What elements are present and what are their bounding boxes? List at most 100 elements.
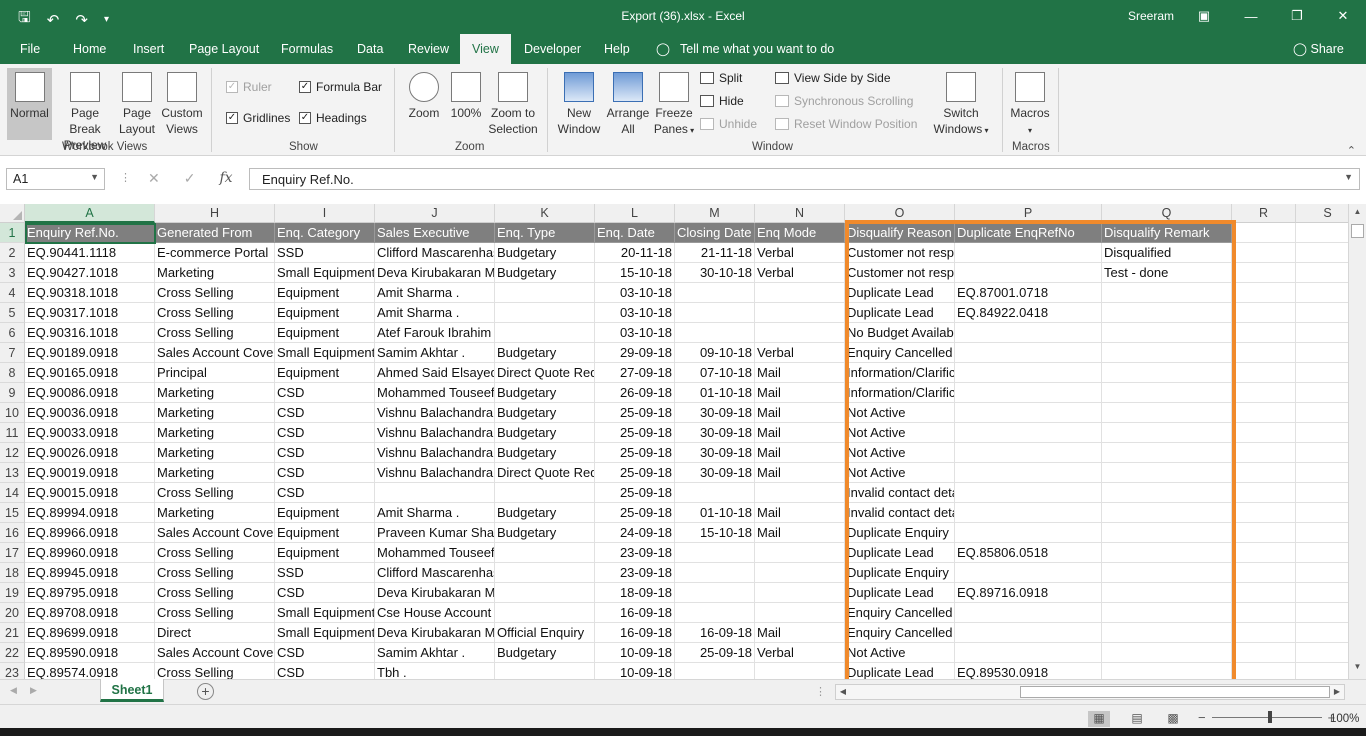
collapse-ribbon-icon[interactable]: ⌃ (1347, 144, 1356, 157)
table-cell[interactable]: Deva Kirubakaran M (375, 623, 495, 643)
table-cell[interactable]: CSD (275, 663, 375, 679)
table-cell[interactable]: 18-09-18 (595, 583, 675, 603)
table-cell[interactable]: Mail (755, 443, 845, 463)
table-cell[interactable] (495, 543, 595, 563)
table-cell[interactable] (1102, 383, 1232, 403)
restore-icon[interactable]: ❐ (1274, 0, 1320, 32)
table-cell[interactable]: Not Active (845, 443, 955, 463)
table-cell[interactable] (1232, 443, 1296, 463)
table-cell[interactable] (1232, 243, 1296, 263)
row-header[interactable]: 7 (0, 343, 25, 363)
table-cell[interactable]: Sales Account Coverage (155, 643, 275, 663)
expand-formula-bar-icon[interactable]: ▼ (1344, 172, 1353, 182)
table-cell[interactable] (1296, 483, 1348, 503)
new-window-button[interactable]: New Window (556, 72, 602, 137)
table-cell[interactable]: 09-10-18 (675, 343, 755, 363)
table-cell[interactable]: Deva Kirubakaran M (375, 263, 495, 283)
table-cell[interactable] (1102, 343, 1232, 363)
table-cell[interactable] (755, 603, 845, 623)
scroll-right-icon[interactable]: ▶ (1330, 685, 1344, 699)
tab-insert[interactable]: Insert (133, 42, 164, 56)
table-cell[interactable] (1296, 383, 1348, 403)
row-header[interactable]: 19 (0, 583, 25, 603)
table-cell[interactable]: CSD (275, 463, 375, 483)
header-cell[interactable]: Disqualify Reason (845, 223, 955, 243)
table-cell[interactable] (1296, 343, 1348, 363)
table-cell[interactable]: 23-09-18 (595, 563, 675, 583)
table-cell[interactable]: Not Active (845, 423, 955, 443)
table-cell[interactable]: CSD (275, 583, 375, 603)
table-cell[interactable]: EQ.90427.1018 (25, 263, 155, 283)
table-cell[interactable] (1102, 423, 1232, 443)
table-cell[interactable]: 30-09-18 (675, 463, 755, 483)
table-cell[interactable] (1296, 403, 1348, 423)
table-cell[interactable]: 29-09-18 (595, 343, 675, 363)
table-cell[interactable]: Budgetary (495, 503, 595, 523)
table-cell[interactable]: Cross Selling (155, 583, 275, 603)
table-cell[interactable]: EQ.89699.0918 (25, 623, 155, 643)
table-cell[interactable]: Tbh . (375, 663, 495, 679)
custom-views-button[interactable]: Custom Views (159, 72, 205, 137)
table-cell[interactable]: Vishnu Balachandran (375, 403, 495, 423)
header-cell[interactable]: Enquiry Ref.No. (25, 223, 155, 243)
table-cell[interactable] (1102, 623, 1232, 643)
row-header[interactable]: 11 (0, 423, 25, 443)
table-cell[interactable]: EQ.89966.0918 (25, 523, 155, 543)
table-cell[interactable] (1296, 463, 1348, 483)
scroll-left-icon[interactable]: ◀ (836, 685, 850, 699)
worksheet-grid[interactable]: A H I J K L M N O P Q R S 1 Enquiry Ref.No. Generated F… (0, 204, 1348, 679)
table-cell[interactable]: Equipment (275, 503, 375, 523)
table-cell[interactable]: EQ.85806.0518 (955, 543, 1102, 563)
gridlines-checkbox[interactable]: ✓ Gridlines (226, 111, 290, 125)
table-cell[interactable]: Budgetary (495, 243, 595, 263)
table-cell[interactable]: Clifford Mascarenhas . (375, 243, 495, 263)
table-cell[interactable] (1102, 603, 1232, 623)
table-cell[interactable]: Cross Selling (155, 283, 275, 303)
header-cell[interactable]: Disqualify Remark (1102, 223, 1232, 243)
table-cell[interactable]: Marketing (155, 443, 275, 463)
table-cell[interactable]: CSD (275, 443, 375, 463)
add-sheet-icon[interactable]: + (197, 683, 214, 700)
table-cell[interactable] (955, 363, 1102, 383)
table-cell[interactable]: Mail (755, 363, 845, 383)
row-header[interactable]: 22 (0, 643, 25, 663)
table-cell[interactable] (955, 563, 1102, 583)
table-cell[interactable] (1296, 543, 1348, 563)
row-header[interactable]: 16 (0, 523, 25, 543)
table-cell[interactable]: Enquiry Cancelled (845, 603, 955, 623)
table-cell[interactable]: 10-09-18 (595, 663, 675, 679)
table-cell[interactable]: Verbal (755, 243, 845, 263)
table-cell[interactable] (1296, 663, 1348, 679)
table-cell[interactable] (1232, 403, 1296, 423)
table-cell[interactable]: CSD (275, 383, 375, 403)
table-cell[interactable] (1296, 243, 1348, 263)
table-cell[interactable]: Cross Selling (155, 563, 275, 583)
table-cell[interactable]: Vishnu Balachandran (375, 463, 495, 483)
resize-handle-icon[interactable]: ⋮ (120, 171, 131, 184)
table-cell[interactable] (955, 643, 1102, 663)
table-cell[interactable]: 25-09-18 (595, 443, 675, 463)
table-cell[interactable]: EQ.89530.0918 (955, 663, 1102, 679)
table-cell[interactable]: Budgetary (495, 423, 595, 443)
row-header[interactable]: 1 (0, 223, 25, 243)
table-cell[interactable]: EQ.89994.0918 (25, 503, 155, 523)
table-cell[interactable]: Cross Selling (155, 483, 275, 503)
table-cell[interactable] (1232, 583, 1296, 603)
table-cell[interactable]: Cross Selling (155, 663, 275, 679)
table-cell[interactable]: Equipment (275, 323, 375, 343)
table-cell[interactable]: Budgetary (495, 523, 595, 543)
table-cell[interactable]: Official Enquiry (495, 623, 595, 643)
column-header-l[interactable]: L (595, 204, 675, 223)
row-header[interactable]: 10 (0, 403, 25, 423)
table-cell[interactable] (755, 563, 845, 583)
table-cell[interactable]: Verbal (755, 263, 845, 283)
table-cell[interactable]: EQ.89716.0918 (955, 583, 1102, 603)
table-cell[interactable]: Deva Kirubakaran Martin Jeyakumar (375, 583, 495, 603)
table-cell[interactable] (495, 323, 595, 343)
row-header[interactable]: 14 (0, 483, 25, 503)
table-cell[interactable] (955, 503, 1102, 523)
row-header[interactable]: 13 (0, 463, 25, 483)
table-cell[interactable]: Atef Farouk Ibrahim Abddelwahab . (375, 323, 495, 343)
table-cell[interactable]: EQ.90318.1018 (25, 283, 155, 303)
ruler-checkbox[interactable]: ✓ Ruler (226, 80, 272, 94)
